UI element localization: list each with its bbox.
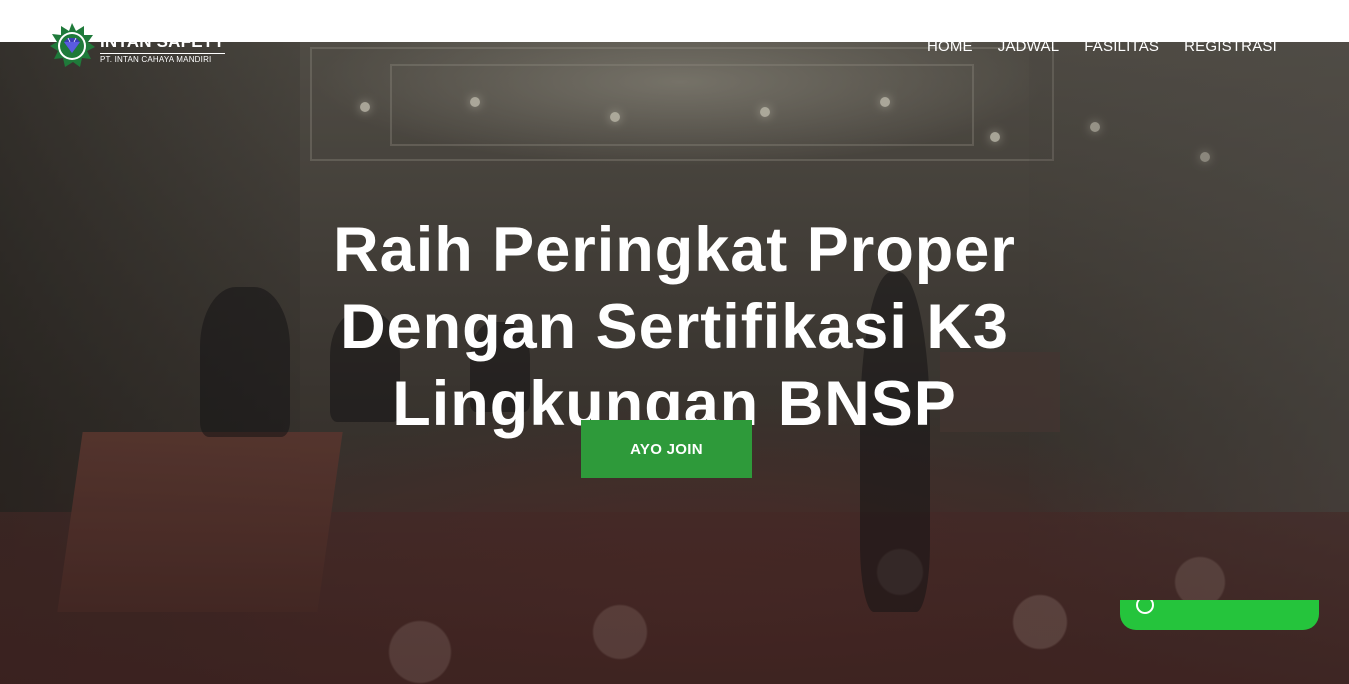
hero-headline: Raih Peringkat Proper Dengan Sertifikasi… bbox=[300, 212, 1049, 443]
nav-item-fasilitas[interactable]: FASILITAS bbox=[1084, 38, 1159, 55]
diamond-star-logo-icon bbox=[48, 22, 96, 75]
brand-name: INTAN SAFETY bbox=[100, 32, 225, 54]
nav-item-home[interactable]: HOME bbox=[927, 38, 973, 55]
nav-item-registrasi[interactable]: REGISTRASI bbox=[1184, 38, 1277, 55]
nav-item-jadwal[interactable]: JADWAL bbox=[998, 38, 1060, 55]
headline-line: Dengan Sertifikasi K3 bbox=[340, 292, 1009, 363]
site-logo[interactable]: INTAN SAFETY PT. INTAN CAHAYA MANDIRI bbox=[48, 22, 225, 75]
brand-subtitle: PT. INTAN CAHAYA MANDIRI bbox=[100, 55, 212, 64]
ayo-join-button[interactable]: AYO JOIN bbox=[581, 420, 752, 478]
whatsapp-icon bbox=[1136, 600, 1154, 614]
headline-line: Raih Peringkat Proper bbox=[333, 215, 1016, 286]
main-nav: HOME JADWAL FASILITAS REGISTRASI bbox=[927, 38, 1277, 55]
whatsapp-chat-button[interactable] bbox=[1120, 600, 1319, 630]
